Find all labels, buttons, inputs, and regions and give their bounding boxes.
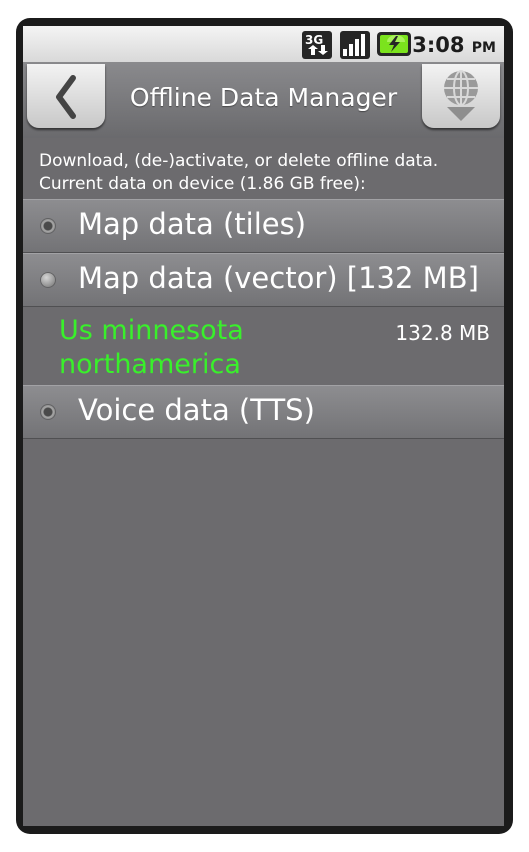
download-data-button[interactable] bbox=[422, 64, 500, 128]
section-label: Map data (tiles) bbox=[78, 207, 307, 241]
section-map-vector[interactable]: Map data (vector) [132 MB] bbox=[23, 253, 504, 307]
data-item-name: Us minnesota northamerica bbox=[59, 314, 244, 382]
svg-text:3G: 3G bbox=[305, 33, 323, 47]
data-item-size: 132.8 MB bbox=[395, 321, 490, 345]
section-voice-tts[interactable]: Voice data (TTS) bbox=[23, 385, 504, 439]
radio-indicator-icon bbox=[40, 404, 56, 420]
back-button[interactable] bbox=[27, 64, 105, 128]
title-bar: Offline Data Manager bbox=[23, 62, 504, 138]
description-line-1: Download, (de-)activate, or delete offli… bbox=[39, 151, 439, 171]
globe-download-icon bbox=[444, 70, 478, 121]
chevron-left-icon bbox=[56, 75, 76, 119]
signal-strength-icon bbox=[339, 30, 371, 64]
3g-data-icon: 3G bbox=[301, 30, 335, 64]
app-screen: 3G 3:08 PM Offline Data Manager Download… bbox=[23, 26, 504, 826]
battery-charging-icon bbox=[377, 31, 415, 61]
page-title: Offline Data Manager bbox=[129, 83, 398, 112]
clock: 3:08 PM bbox=[412, 33, 496, 57]
description-text: Download, (de-)activate, or delete offli… bbox=[39, 150, 438, 196]
data-item-name-line-1: Us minnesota bbox=[59, 315, 244, 346]
radio-indicator-icon bbox=[40, 272, 56, 288]
section-map-tiles[interactable]: Map data (tiles) bbox=[23, 199, 504, 253]
description-line-2: Current data on device (1.86 GB free): bbox=[39, 174, 366, 194]
section-label: Map data (vector) [132 MB] bbox=[78, 261, 479, 295]
data-item-name-line-2: northamerica bbox=[59, 349, 241, 380]
radio-indicator-icon bbox=[40, 218, 56, 234]
section-label: Voice data (TTS) bbox=[78, 393, 315, 427]
status-bar: 3G 3:08 PM bbox=[23, 26, 504, 62]
offline-data-item[interactable]: Us minnesota northamerica 132.8 MB bbox=[23, 313, 504, 391]
clock-time: 3:08 bbox=[412, 33, 465, 57]
clock-ampm: PM bbox=[471, 40, 496, 56]
